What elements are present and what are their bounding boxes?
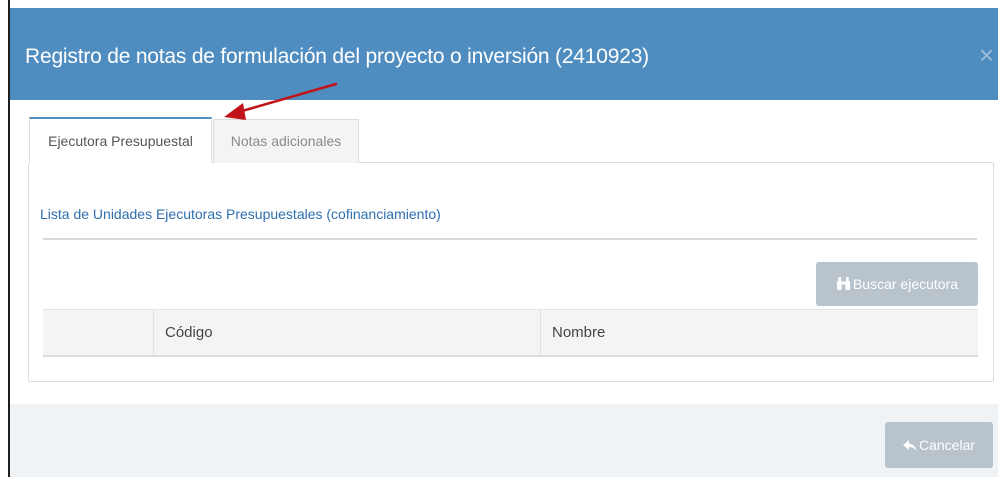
binoculars-icon [836,276,851,291]
buscar-ejecutora-label: Buscar ejecutora [852,276,959,292]
tab-bar: Ejecutora Presupuestal Notas adicionales [29,117,429,163]
modal-title: Registro de notas de formulación del pro… [25,45,649,68]
section-title: Lista de Unidades Ejecutoras Presupuesta… [40,206,441,222]
column-header-select [43,310,153,356]
column-header-nombre[interactable]: Nombre [540,310,978,356]
reply-icon [902,440,917,452]
modal-header: Registro de notas de formulación del pro… [10,8,998,100]
modal-footer [10,404,998,477]
table-header-row: Código Nombre [43,309,978,357]
tab-notas-adicionales[interactable]: Notas adicionales [213,119,359,163]
cancelar-label: Cancelar [918,437,976,453]
buscar-ejecutora-button[interactable]: Buscar ejecutora [816,262,978,306]
column-header-codigo[interactable]: Código [153,310,540,356]
modal-window: Registro de notas de formulación del pro… [8,0,998,477]
close-icon[interactable]: × [979,42,994,68]
section-divider [43,238,977,240]
cancelar-button[interactable]: Cancelar [885,422,993,468]
tab-ejecutora-presupuestal[interactable]: Ejecutora Presupuestal [29,117,212,163]
